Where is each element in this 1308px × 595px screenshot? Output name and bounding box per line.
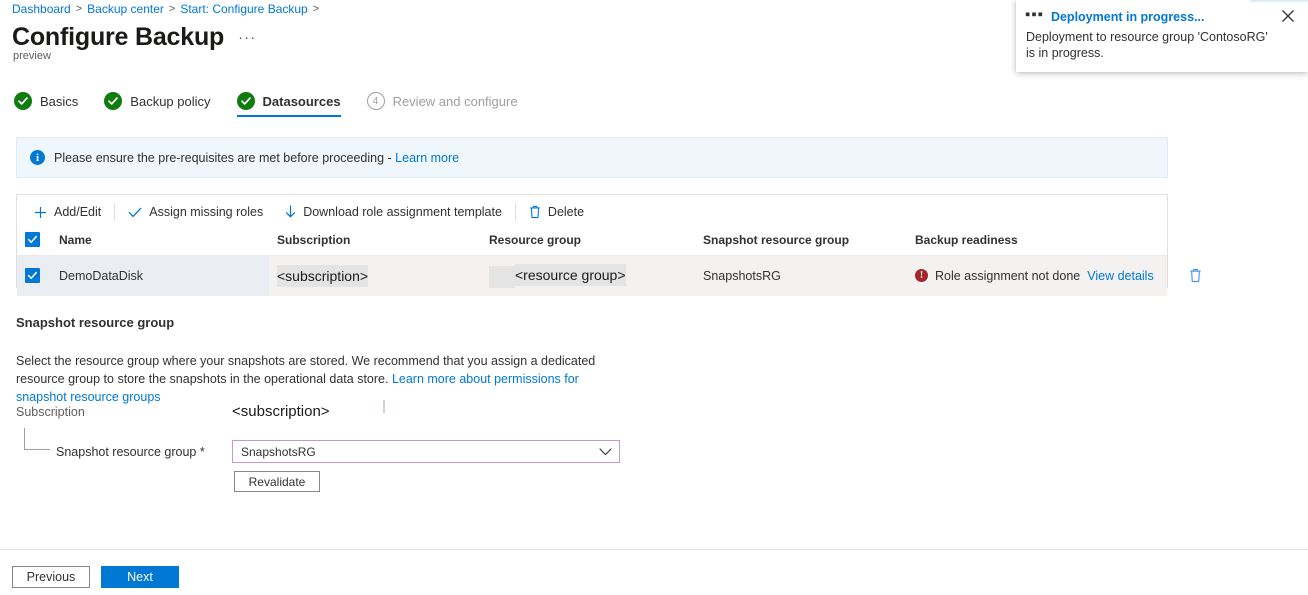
next-button[interactable]: Next <box>101 566 179 588</box>
breadcrumb-separator: > <box>75 3 83 15</box>
snapshot-resource-group-selected-value: SnapshotsRG <box>241 444 316 459</box>
breadcrumb-item-backup-center[interactable]: Backup center <box>87 1 164 17</box>
breadcrumb-item-start-configure-backup[interactable]: Start: Configure Backup <box>180 1 307 17</box>
toast-title-link[interactable]: Deployment in progress... <box>1051 9 1205 25</box>
datasources-table-card: Add/Edit Assign missing roles Download r… <box>16 194 1201 296</box>
check-circle-icon <box>104 92 123 110</box>
breadcrumb-item-dashboard[interactable]: Dashboard <box>12 1 71 17</box>
datasources-toolbar: Add/Edit Assign missing roles Download r… <box>17 195 1167 229</box>
wizard-step-label: Basics <box>40 93 79 109</box>
row-delete-icon[interactable] <box>1189 268 1202 283</box>
status-badge: Role assignment not done <box>935 268 1081 283</box>
cell-resource-group: <resource group> <box>481 255 695 296</box>
snapshot-resource-group-select[interactable]: SnapshotsRG <box>232 440 620 463</box>
more-options-button[interactable]: ··· <box>238 29 256 46</box>
snapshot-section-description: Select the resource group where your sna… <box>16 352 616 406</box>
select-all-checkbox[interactable] <box>25 232 40 247</box>
datasources-table: Name Subscription Resource group Snapsho… <box>17 229 1201 296</box>
field-tree-connector <box>24 428 50 450</box>
redacted-subscription-value: <subscription> <box>277 264 369 287</box>
redacted-resource-group-value: <resource group> <box>515 264 626 286</box>
table-body: DemoDataDisk <subscription> <resource gr… <box>17 255 1201 296</box>
table-row[interactable]: DemoDataDisk <subscription> <resource gr… <box>17 255 1201 296</box>
cell-name: DemoDataDisk <box>51 255 269 296</box>
wizard-steps: Basics Backup policy Datasources 4 Revie… <box>14 92 544 119</box>
step-number-icon: 4 <box>366 92 385 110</box>
row-select-cell <box>17 255 51 296</box>
wizard-footer: Previous Next <box>12 566 179 588</box>
deployment-notification-toast: ▪▪▪ Deployment in progress... Deployment… <box>1016 0 1308 72</box>
check-circle-icon <box>236 92 255 110</box>
backup-readiness-status: ! Role assignment not done View details <box>915 268 1201 283</box>
column-header-name[interactable]: Name <box>51 229 269 256</box>
snapshot-section-title: Snapshot resource group <box>16 315 175 330</box>
download-template-label: Download role assignment template <box>303 205 502 219</box>
wizard-step-label: Datasources <box>262 93 341 109</box>
cell-snapshot-resource-group: SnapshotsRG <box>695 255 907 296</box>
info-icon: i <box>30 150 45 165</box>
subscription-value: <subscription> <box>232 403 330 420</box>
wizard-step-backup-policy[interactable]: Backup policy <box>104 92 224 119</box>
trash-icon <box>529 205 541 219</box>
download-role-assignment-template-button[interactable]: Download role assignment template <box>274 201 513 223</box>
table-header: Name Subscription Resource group Snapsho… <box>17 229 1167 256</box>
info-banner-message: Please ensure the pre-requisites are met… <box>54 150 396 165</box>
assign-missing-roles-button[interactable]: Assign missing roles <box>117 201 274 223</box>
delete-button[interactable]: Delete <box>518 201 595 223</box>
add-edit-button[interactable]: Add/Edit <box>23 201 112 223</box>
subscription-field-row: Subscription <subscription> <box>16 403 330 420</box>
wizard-step-label: Review and configure <box>392 93 518 109</box>
revalidate-button[interactable]: Revalidate <box>234 471 320 492</box>
view-details-link[interactable]: View details <box>1087 269 1153 283</box>
wizard-step-label: Backup policy <box>130 93 211 109</box>
column-header-resource-group[interactable]: Resource group <box>481 229 695 256</box>
configure-backup-page: Dashboard > Backup center > Start: Confi… <box>0 0 1308 595</box>
breadcrumb-separator: > <box>312 3 320 15</box>
notification-stack-peek <box>1250 0 1308 3</box>
chevron-down-icon <box>599 447 612 456</box>
column-header-subscription[interactable]: Subscription <box>269 229 481 256</box>
page-title: Configure Backup <box>12 23 225 51</box>
assign-missing-roles-label: Assign missing roles <box>149 205 264 219</box>
plus-icon <box>34 206 47 219</box>
subscription-label: Subscription <box>16 405 85 419</box>
breadcrumb-separator: > <box>168 3 176 15</box>
wizard-step-review-and-configure[interactable]: 4 Review and configure <box>366 92 532 119</box>
row-checkbox[interactable] <box>25 268 40 284</box>
cell-subscription: <subscription> <box>269 255 481 296</box>
previous-button[interactable]: Previous <box>12 566 90 588</box>
download-arrow-icon <box>285 205 296 219</box>
snapshot-resource-group-field-row: Snapshot resource group * SnapshotsRG <box>56 440 620 463</box>
breadcrumb: Dashboard > Backup center > Start: Confi… <box>12 1 319 17</box>
footer-divider <box>0 549 1308 550</box>
check-circle-icon <box>14 92 32 110</box>
close-icon[interactable] <box>1281 9 1299 27</box>
add-edit-label: Add/Edit <box>54 205 102 219</box>
page-header: Configure Backup ··· <box>12 22 256 52</box>
snapshot-resource-group-label: Snapshot resource group * <box>56 444 205 459</box>
redaction-block <box>489 265 515 288</box>
info-banner-text: Please ensure the pre-requisites are met… <box>54 151 459 165</box>
toast-body-text: Deployment to resource group 'ContosoRG'… <box>1026 30 1268 60</box>
checkmark-icon <box>128 206 142 219</box>
toolbar-divider <box>114 203 116 221</box>
column-header-backup-readiness[interactable]: Backup readiness <box>907 229 1167 256</box>
wizard-step-datasources[interactable]: Datasources <box>236 92 355 119</box>
column-header-snapshot-resource-group[interactable]: Snapshot resource group <box>695 229 907 256</box>
table-header-row: Name Subscription Resource group Snapsho… <box>17 229 1167 256</box>
preview-label: preview <box>13 50 51 62</box>
toolbar-divider <box>514 203 516 221</box>
text-cursor-mark <box>383 400 385 413</box>
learn-more-link[interactable]: Learn more <box>395 151 459 165</box>
toast-header: ▪▪▪ Deployment in progress... <box>1025 6 1296 25</box>
cell-backup-readiness: ! Role assignment not done View details <box>907 255 1201 296</box>
wizard-step-basics[interactable]: Basics <box>14 92 92 119</box>
select-all-header <box>17 229 51 256</box>
delete-label: Delete <box>547 205 585 219</box>
in-progress-dots-icon: ▪▪▪ <box>1025 6 1044 23</box>
prerequisites-info-banner: i Please ensure the pre-requisites are m… <box>16 137 1168 178</box>
error-icon: ! <box>915 269 928 283</box>
